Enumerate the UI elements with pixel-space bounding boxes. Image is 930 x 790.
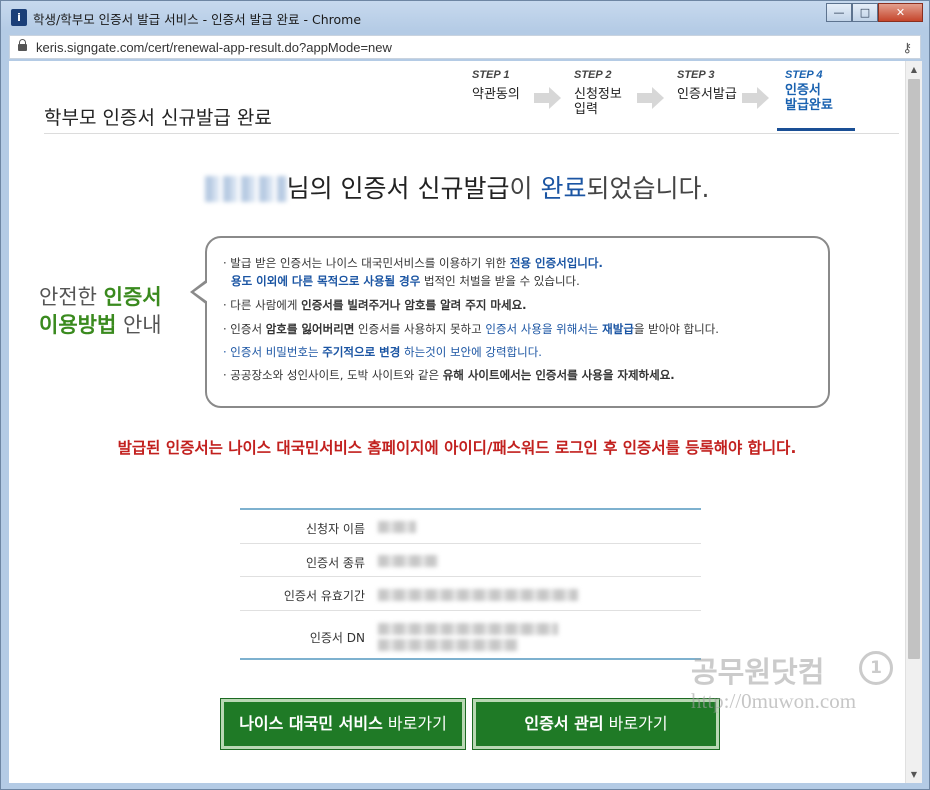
app-icon: i [11,9,27,26]
headline-complete-text: 완료 [540,174,587,203]
button-label: 인증서 관리 [524,714,604,733]
watermark-url: http://0muwon.com [691,689,857,713]
window-controls: — □ ✕ [826,3,923,22]
step-number: STEP 4 [785,69,823,81]
headline-text: 이 [509,174,541,203]
step-label: 인증서 발급완료 [785,83,833,113]
note-item: · 발급 받은 인증서는 나이스 대국민서비스를 이용하기 위한 전용 인증서입… [223,255,603,271]
blurred-value [378,521,416,533]
note-text: · 다른 사람에게 [223,298,302,312]
label-text: 안내 [116,313,162,337]
note-emphasis: 인증서를 빌려주거나 암호를 알려 주지 마세요. [301,298,527,312]
note-emphasis: 암호를 잃어버리면 [265,322,355,336]
note-text: · 인증서 [223,322,266,336]
note-emphasis: 주기적으로 변경 [322,345,401,359]
maximize-button[interactable]: □ [852,3,878,22]
blurred-value [378,555,438,567]
scroll-thumb[interactable] [908,79,920,659]
note-text: · 발급 받은 인증서는 나이스 대국민서비스를 이용하기 위한 [223,256,510,270]
note-text: 을 받아야 합니다. [633,322,719,336]
label-text: 안전한 [39,285,104,309]
note-text: · 공공장소와 성인사이트, 도박 사이트와 같은 [223,368,443,382]
window-title: 학생/학부모 인증서 발급 서비스 - 인증서 발급 완료 - Chrome [33,12,362,27]
page-title: 학부모 인증서 신규발급 완료 [44,107,272,129]
neis-service-button[interactable]: 나이스 대국민 서비스 바로가기 [220,698,466,750]
info-label: 인증서 DN [309,631,365,645]
step-4: STEP 4 인증서 발급완료 [777,69,855,131]
note-text: 인증서 사용을 위해서는 [485,322,603,336]
info-row-name: 신청자 이름 [240,510,701,544]
step-number: STEP 3 [677,69,715,81]
note-emphasis: 용도 이외에 다른 목적으로 사용될 경우 [223,274,421,288]
register-warning: 발급된 인증서는 나이스 대국민서비스 홈페이지에 아이디/패스워드 로그인 후… [117,439,797,457]
scroll-down-icon[interactable]: ▼ [906,766,922,783]
headline-text: 님의 인증서 신규발급 [286,174,510,203]
completion-headline: 님의 인증서 신규발급이 완료되었습니다. [9,169,905,205]
cert-management-button[interactable]: 인증서 관리 바로가기 [472,698,720,750]
note-text: 법적인 처벌을 받을 수 있습니다. [420,274,580,288]
step-arrow-icon [637,87,665,109]
headline-text: 되었습니다. [586,174,710,203]
step-arrow-icon [742,87,770,109]
note-emphasis: 재발급 [602,322,634,336]
button-label: 나이스 대국민 서비스 [239,714,383,733]
info-label: 인증서 유효기간 [283,589,365,603]
step-number: STEP 2 [574,69,612,81]
title-divider [44,133,899,134]
note-text: · 인증서 비밀번호는 [223,345,323,359]
note-text: 인증서를 사용하지 못하고 [354,322,486,336]
info-label: 인증서 종류 [305,556,365,570]
minimize-button[interactable]: — [826,3,852,22]
info-row-type: 인증서 종류 [240,544,701,577]
blurred-value [378,623,558,635]
bubble-tail-fill [194,282,208,302]
note-text: 하는것이 보안에 강력합니다. [400,345,542,359]
title-bar: i 학생/학부모 인증서 발급 서비스 - 인증서 발급 완료 - Chrome… [1,1,929,33]
lock-icon [18,39,27,52]
scroll-up-icon[interactable]: ▲ [906,61,922,78]
blurred-value [378,589,578,601]
safe-usage-label: 안전한 인증서 이용방법 안내 [39,283,162,339]
info-label: 신청자 이름 [305,522,365,536]
watermark-badge-icon: 1 [859,651,893,685]
note-item: · 인증서 비밀번호는 주기적으로 변경 하는것이 보안에 강력합니다. [223,344,542,360]
note-item: · 인증서 암호를 잃어버리면 인증서를 사용하지 못하고 인증서 사용을 위해… [223,321,719,337]
note-emphasis: 유해 사이트에서는 인증서를 사용을 자제하세요. [442,368,675,382]
vertical-scrollbar[interactable]: ▲ ▼ [905,61,922,783]
address-bar[interactable]: keris.signgate.com/cert/renewal-app-resu… [9,35,921,59]
note-item: · 다른 사람에게 인증서를 빌려주거나 암호를 알려 주지 마세요. [223,297,527,313]
info-row-validity: 인증서 유효기간 [240,577,701,611]
button-label: 바로가기 [603,714,668,733]
note-emphasis: 전용 인증서입니다. [509,256,603,270]
button-label: 바로가기 [382,714,447,733]
close-button[interactable]: ✕ [878,3,923,22]
blurred-value [378,639,518,651]
step-number: STEP 1 [472,69,510,81]
key-icon[interactable]: ⚷ [902,41,912,56]
info-row-dn: 인증서 DN [240,611,701,660]
label-text: 이용방법 [39,313,117,337]
url-text[interactable]: keris.signgate.com/cert/renewal-app-resu… [36,40,392,55]
note-item: · 공공장소와 성인사이트, 도박 사이트와 같은 유해 사이트에서는 인증서를… [223,367,675,383]
browser-window: i 학생/학부모 인증서 발급 서비스 - 인증서 발급 완료 - Chrome… [0,0,930,790]
step-arrow-icon [534,87,562,109]
watermark-text: 공무원닷컴 [691,655,825,689]
step-indicator: STEP 1 약관동의 STEP 2 신청정보 입력 STEP 3 인증서발급 … [464,69,904,135]
blurred-user-name [204,176,287,202]
label-text: 인증서 [103,285,162,309]
certificate-info-table: 신청자 이름 인증서 종류 인증서 유효기간 인증서 DN [240,508,701,660]
note-item: 용도 이외에 다른 목적으로 사용될 경우 법적인 처벌을 받을 수 있습니다. [223,273,580,289]
